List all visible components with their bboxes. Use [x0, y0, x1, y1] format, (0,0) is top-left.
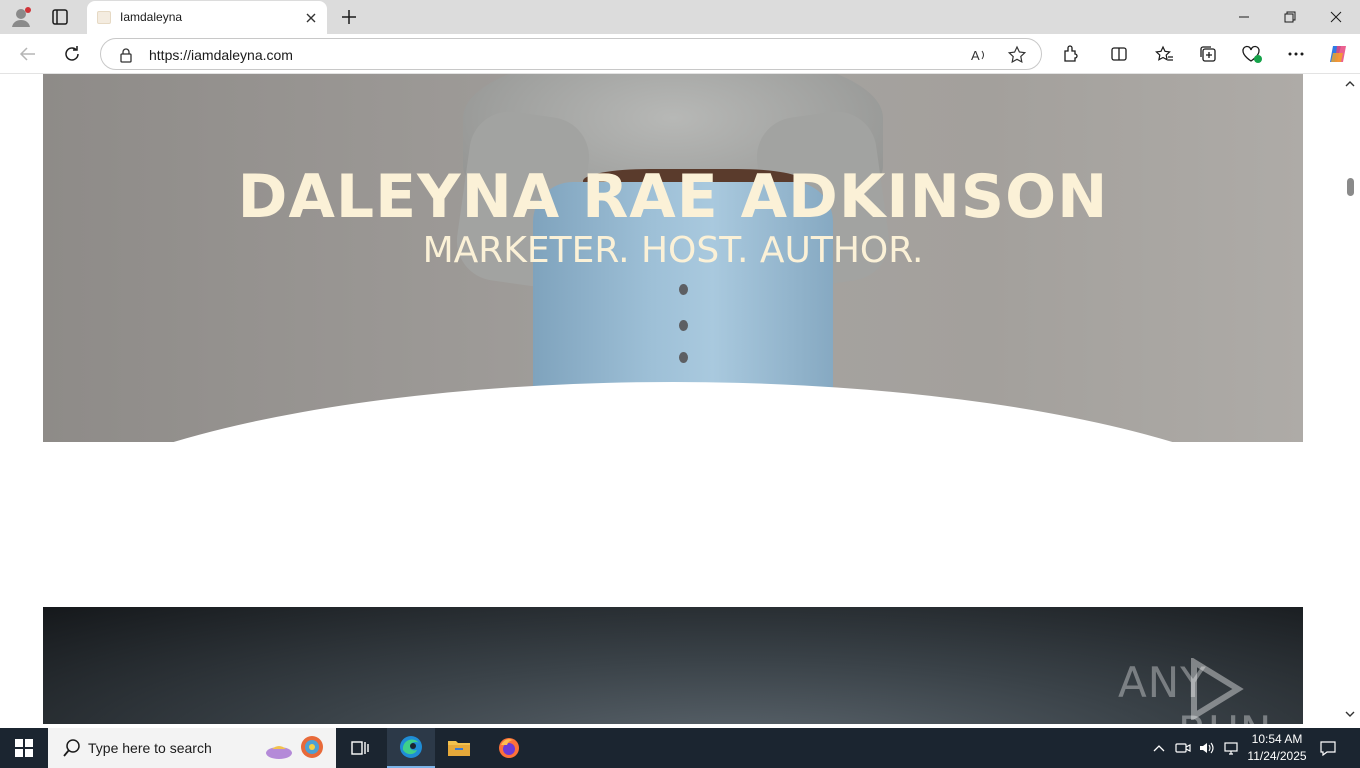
task-view-icon — [351, 741, 369, 755]
back-arrow-icon[interactable] — [16, 42, 40, 66]
play-logo-icon — [1191, 658, 1244, 720]
site-favicon-icon — [97, 11, 111, 24]
firefox-icon — [499, 738, 519, 758]
lock-icon[interactable] — [119, 47, 133, 63]
meet-now-icon[interactable] — [1173, 738, 1193, 758]
skirt-button — [679, 320, 688, 331]
taskbar-file-explorer-app[interactable] — [435, 728, 483, 768]
system-clock[interactable]: 10:54 AM 11/24/2025 — [1244, 731, 1310, 765]
hero-banner: DALEYNA RAE ADKINSON MARKETER. HOST. AUT… — [43, 74, 1303, 442]
close-window-button[interactable] — [1314, 4, 1358, 30]
profile-avatar-icon[interactable] — [10, 6, 32, 28]
volume-icon[interactable] — [1197, 738, 1217, 758]
url-text[interactable]: https://iamdaleyna.com — [149, 47, 293, 63]
tab-title: Iamdaleyna — [120, 10, 183, 24]
page-viewport: DALEYNA RAE ADKINSON MARKETER. HOST. AUT… — [0, 74, 1340, 724]
tab-actions-icon[interactable] — [48, 6, 72, 28]
taskbar-firefox-app[interactable] — [485, 728, 533, 768]
search-placeholder: Type here to search — [88, 740, 212, 756]
split-screen-icon[interactable] — [1107, 42, 1131, 66]
skirt-button — [679, 352, 688, 363]
minimize-button[interactable] — [1222, 4, 1266, 30]
more-options-icon[interactable] — [1284, 42, 1308, 66]
clock-date: 11/24/2025 — [1247, 749, 1307, 763]
task-view-button[interactable] — [336, 728, 384, 768]
restore-button[interactable] — [1268, 4, 1312, 30]
hero-name-heading: DALEYNA RAE ADKINSON — [237, 162, 1109, 232]
scroll-down-arrow-icon[interactable] — [1345, 710, 1355, 718]
network-icon[interactable] — [1221, 738, 1241, 758]
search-highlight-art-icon — [266, 736, 323, 759]
notifications-icon[interactable] — [1318, 738, 1338, 758]
taskbar-search-box[interactable]: Type here to search — [48, 728, 336, 768]
new-tab-button[interactable] — [338, 6, 360, 28]
browser-toolbar: https://iamdaleyna.com A — [0, 34, 1360, 74]
hero-bottom-curve — [43, 382, 1303, 442]
scroll-thumb[interactable] — [1347, 178, 1354, 196]
browser-tabstrip: Iamdaleyna — [0, 0, 1360, 34]
close-tab-icon[interactable] — [303, 10, 319, 26]
browser-essentials-icon[interactable] — [1240, 42, 1264, 66]
windows-taskbar: Type here to search 10:54 AM 11/24/2025 — [0, 728, 1360, 768]
hero-tagline: MARKETER. HOST. AUTHOR. — [422, 230, 924, 271]
taskbar-edge-app[interactable] — [387, 728, 435, 768]
windows-start-button[interactable] — [0, 728, 48, 768]
svg-text:A: A — [971, 48, 980, 63]
page-scrollbar[interactable] — [1340, 74, 1360, 724]
favorite-star-icon[interactable] — [1007, 45, 1027, 65]
favorites-icon[interactable] — [1152, 42, 1176, 66]
refresh-icon[interactable] — [60, 42, 84, 66]
show-hidden-icons-chevron-icon[interactable] — [1149, 738, 1169, 758]
folder-icon — [448, 741, 470, 756]
address-bar[interactable]: https://iamdaleyna.com A — [100, 38, 1042, 70]
search-icon — [63, 739, 80, 757]
collections-icon[interactable] — [1196, 42, 1220, 66]
active-tab[interactable]: Iamdaleyna — [87, 1, 327, 34]
windows-logo-icon — [15, 739, 33, 757]
clock-time: 10:54 AM — [1251, 732, 1303, 746]
skirt-button — [679, 284, 688, 295]
read-aloud-icon[interactable]: A — [969, 45, 989, 65]
edge-browser-icon — [400, 736, 422, 758]
scroll-up-arrow-icon[interactable] — [1345, 80, 1355, 88]
extensions-icon[interactable] — [1059, 42, 1083, 66]
dark-content-section — [43, 607, 1303, 724]
copilot-icon[interactable] — [1326, 42, 1350, 66]
